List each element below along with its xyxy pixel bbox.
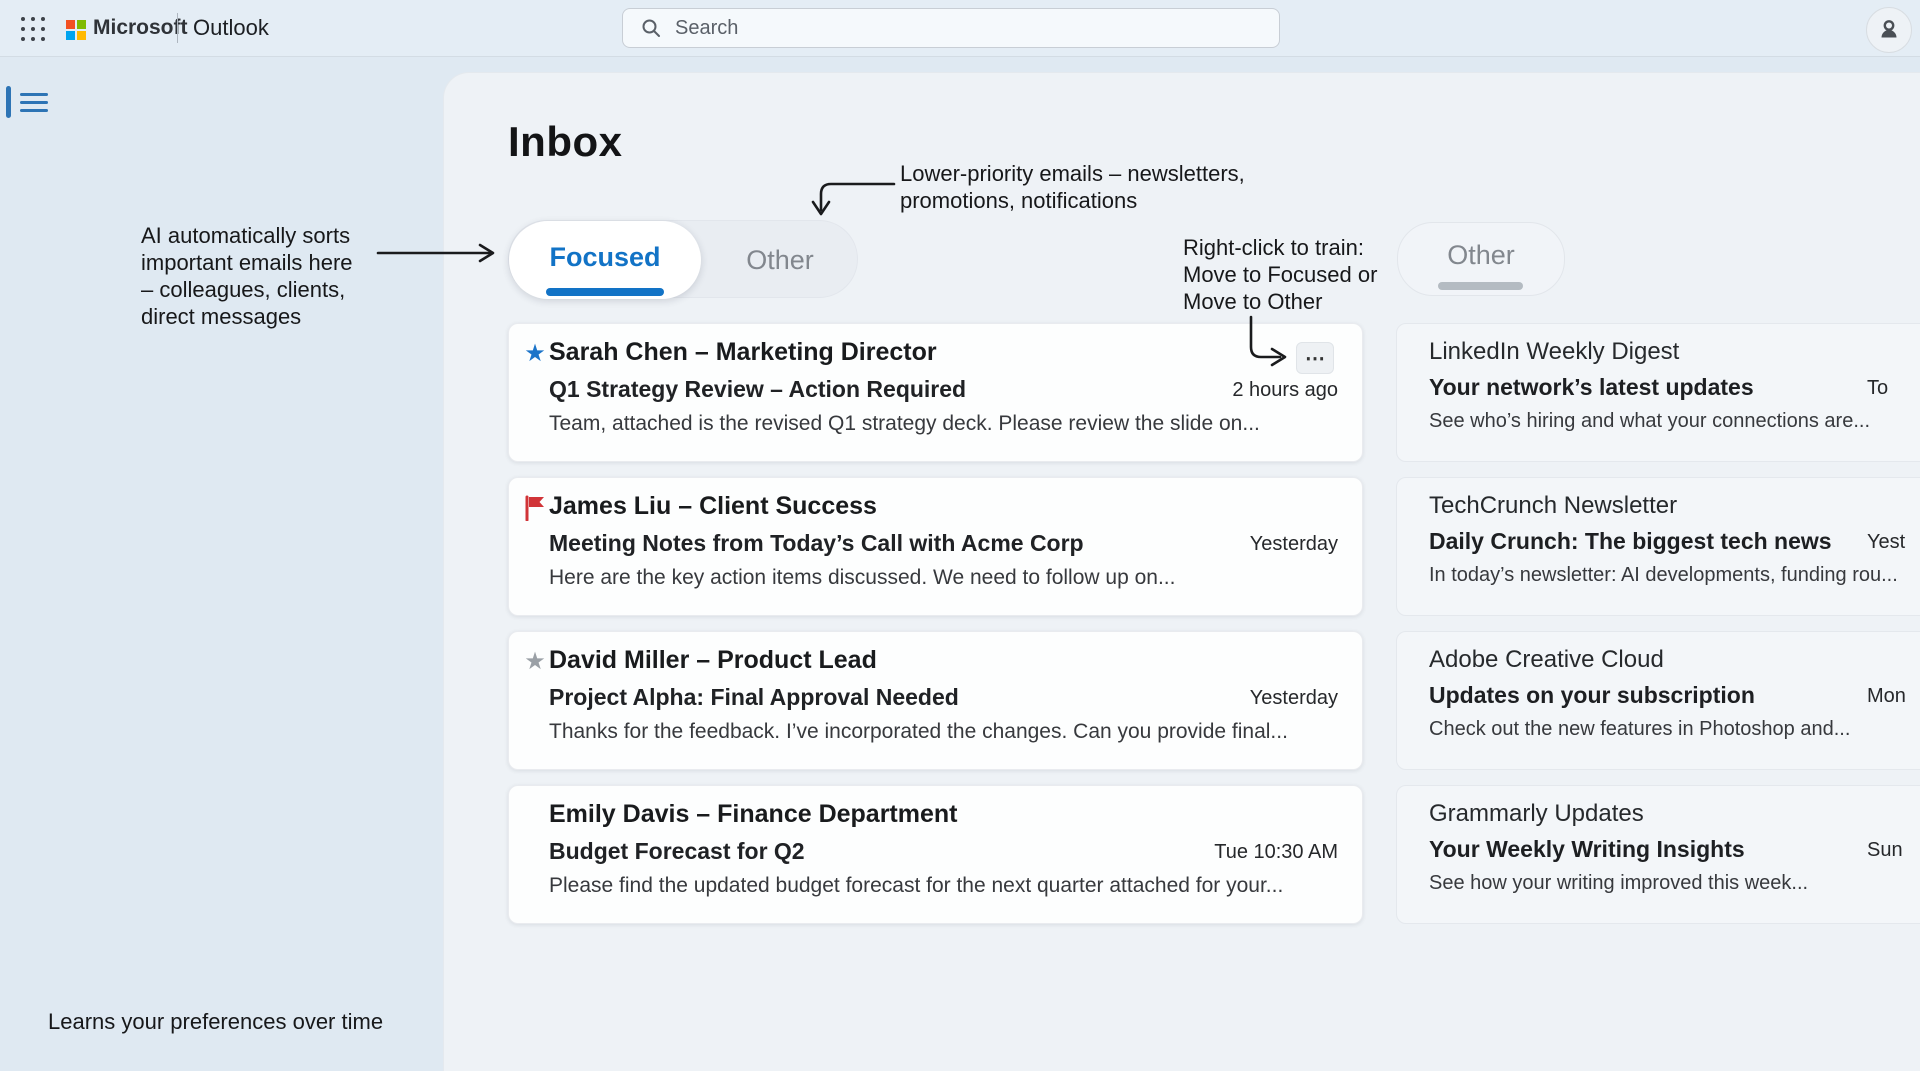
page-title: Inbox xyxy=(508,118,623,166)
waffle-dot xyxy=(41,37,45,41)
logo-square-red xyxy=(66,20,75,29)
hamburger-menu-button[interactable] xyxy=(20,92,48,114)
nav-selection-accent-bar xyxy=(6,86,11,118)
inbox-tab-group: Focused Other xyxy=(508,220,858,298)
email-timestamp: Yest xyxy=(1867,531,1905,554)
logo-square-yellow xyxy=(77,31,86,40)
email-card-focused-2[interactable]: James Liu – Client Success Meeting Notes… xyxy=(508,477,1363,616)
annotation-line: promotions, notifications xyxy=(900,187,1245,214)
annotation-line: Right-click to train: xyxy=(1183,234,1377,261)
annotation-other-note: Lower-priority emails – newsletters, pro… xyxy=(900,160,1245,214)
tab-focused[interactable]: Focused xyxy=(509,221,701,299)
email-preview: See who’s hiring and what your connectio… xyxy=(1429,410,1870,433)
tab-other[interactable]: Other xyxy=(701,221,859,299)
email-timestamp: Tue 10:30 AM xyxy=(1214,841,1338,864)
search-bar[interactable] xyxy=(622,8,1280,48)
email-card-other-2[interactable]: TechCrunch Newsletter Daily Crunch: The … xyxy=(1396,477,1920,616)
annotation-line: Lower-priority emails – newsletters, xyxy=(900,160,1245,187)
annotation-line: direct messages xyxy=(141,303,353,330)
email-preview: Check out the new features in Photoshop … xyxy=(1429,718,1850,741)
app-name: Outlook xyxy=(193,15,269,41)
waffle-dot xyxy=(31,17,35,21)
email-preview: Team, attached is the revised Q1 strateg… xyxy=(549,412,1260,436)
email-timestamp: Mon xyxy=(1867,685,1906,708)
email-timestamp: To xyxy=(1867,377,1888,400)
annotation-learns-note: Learns your preferences over time xyxy=(48,1008,383,1035)
waffle-dot xyxy=(21,17,25,21)
email-timestamp: Sun xyxy=(1867,839,1903,862)
hamburger-line xyxy=(20,101,48,104)
account-button[interactable] xyxy=(1866,7,1912,53)
hamburger-line xyxy=(20,109,48,112)
microsoft-brand-text: Microsoft xyxy=(93,16,188,40)
tab-other-label: Other xyxy=(746,245,814,276)
top-bar: Microsoft Outlook xyxy=(0,0,1920,57)
email-timestamp: Yesterday xyxy=(1250,687,1338,710)
email-subject: Q1 Strategy Review – Action Required xyxy=(549,376,966,403)
email-sender: Sarah Chen – Marketing Director xyxy=(549,338,937,367)
email-sender: LinkedIn Weekly Digest xyxy=(1429,338,1679,366)
person-icon xyxy=(1876,17,1902,43)
email-sender: James Liu – Client Success xyxy=(549,492,877,521)
annotation-line: Move to Other xyxy=(1183,288,1377,315)
email-card-other-4[interactable]: Grammarly Updates Your Weekly Writing In… xyxy=(1396,785,1920,924)
microsoft-logo-icon xyxy=(66,20,86,40)
search-icon xyxy=(641,18,661,38)
waffle-dot xyxy=(41,27,45,31)
email-subject: Project Alpha: Final Approval Needed xyxy=(549,684,959,711)
annotation-line: AI automatically sorts xyxy=(141,222,353,249)
email-subject: Your network’s latest updates xyxy=(1429,374,1754,401)
annotation-train-note: Right-click to train: Move to Focused or… xyxy=(1183,234,1377,315)
other-column-tab[interactable]: Other xyxy=(1397,222,1565,296)
annotation-line: Move to Focused or xyxy=(1183,261,1377,288)
more-options-button[interactable]: ⋯ xyxy=(1296,342,1334,374)
email-sender: David Miller – Product Lead xyxy=(549,646,877,675)
flag-icon xyxy=(522,495,548,521)
email-subject: Daily Crunch: The biggest tech news xyxy=(1429,528,1832,555)
email-subject: Meeting Notes from Today’s Call with Acm… xyxy=(549,530,1084,557)
email-sender: Emily Davis – Finance Department xyxy=(549,800,957,829)
waffle-dot xyxy=(21,27,25,31)
email-card-other-3[interactable]: Adobe Creative Cloud Updates on your sub… xyxy=(1396,631,1920,770)
email-card-focused-1[interactable]: ★ Sarah Chen – Marketing Director Q1 Str… xyxy=(508,323,1363,462)
logo-square-blue xyxy=(66,31,75,40)
email-subject: Your Weekly Writing Insights xyxy=(1429,836,1745,863)
star-icon: ★ xyxy=(522,649,548,675)
hamburger-line xyxy=(20,93,48,96)
annotation-line: – colleagues, clients, xyxy=(141,276,353,303)
outlook-focused-inbox-diagram: { "topbar": { "brand": "Microsoft", "app… xyxy=(0,0,1920,1071)
logo-square-green xyxy=(77,20,86,29)
email-preview: See how your writing improved this week.… xyxy=(1429,872,1808,895)
email-subject: Updates on your subscription xyxy=(1429,682,1755,709)
annotation-focused-note: AI automatically sorts important emails … xyxy=(141,222,353,330)
star-icon: ★ xyxy=(522,341,548,367)
waffle-dot xyxy=(41,17,45,21)
annotation-line: important emails here xyxy=(141,249,353,276)
email-card-focused-3[interactable]: ★ David Miller – Product Lead Project Al… xyxy=(508,631,1363,770)
other-column-tab-underline xyxy=(1438,282,1523,290)
email-timestamp: 2 hours ago xyxy=(1232,379,1338,402)
waffle-dot xyxy=(31,27,35,31)
email-subject: Budget Forecast for Q2 xyxy=(549,838,805,865)
email-preview: Please find the updated budget forecast … xyxy=(549,874,1283,898)
ellipsis-icon: ⋯ xyxy=(1305,346,1325,371)
waffle-dot xyxy=(31,37,35,41)
email-sender: Adobe Creative Cloud xyxy=(1429,646,1664,674)
email-sender: TechCrunch Newsletter xyxy=(1429,492,1677,520)
email-preview: Here are the key action items discussed.… xyxy=(549,566,1175,590)
search-input[interactable] xyxy=(673,16,1237,41)
app-launcher-button[interactable] xyxy=(18,14,48,44)
brand-divider xyxy=(177,13,178,43)
waffle-dot xyxy=(21,37,25,41)
email-sender: Grammarly Updates xyxy=(1429,800,1644,828)
email-card-other-1[interactable]: LinkedIn Weekly Digest Your network’s la… xyxy=(1396,323,1920,462)
email-preview: In today’s newsletter: AI developments, … xyxy=(1429,564,1898,587)
other-column-tab-label: Other xyxy=(1447,240,1515,271)
tab-focused-label: Focused xyxy=(549,242,660,273)
email-preview: Thanks for the feedback. I’ve incorporat… xyxy=(549,720,1288,744)
tab-focused-active-underline xyxy=(546,288,664,296)
email-timestamp: Yesterday xyxy=(1250,533,1338,556)
email-card-focused-4[interactable]: Emily Davis – Finance Department Budget … xyxy=(508,785,1363,924)
